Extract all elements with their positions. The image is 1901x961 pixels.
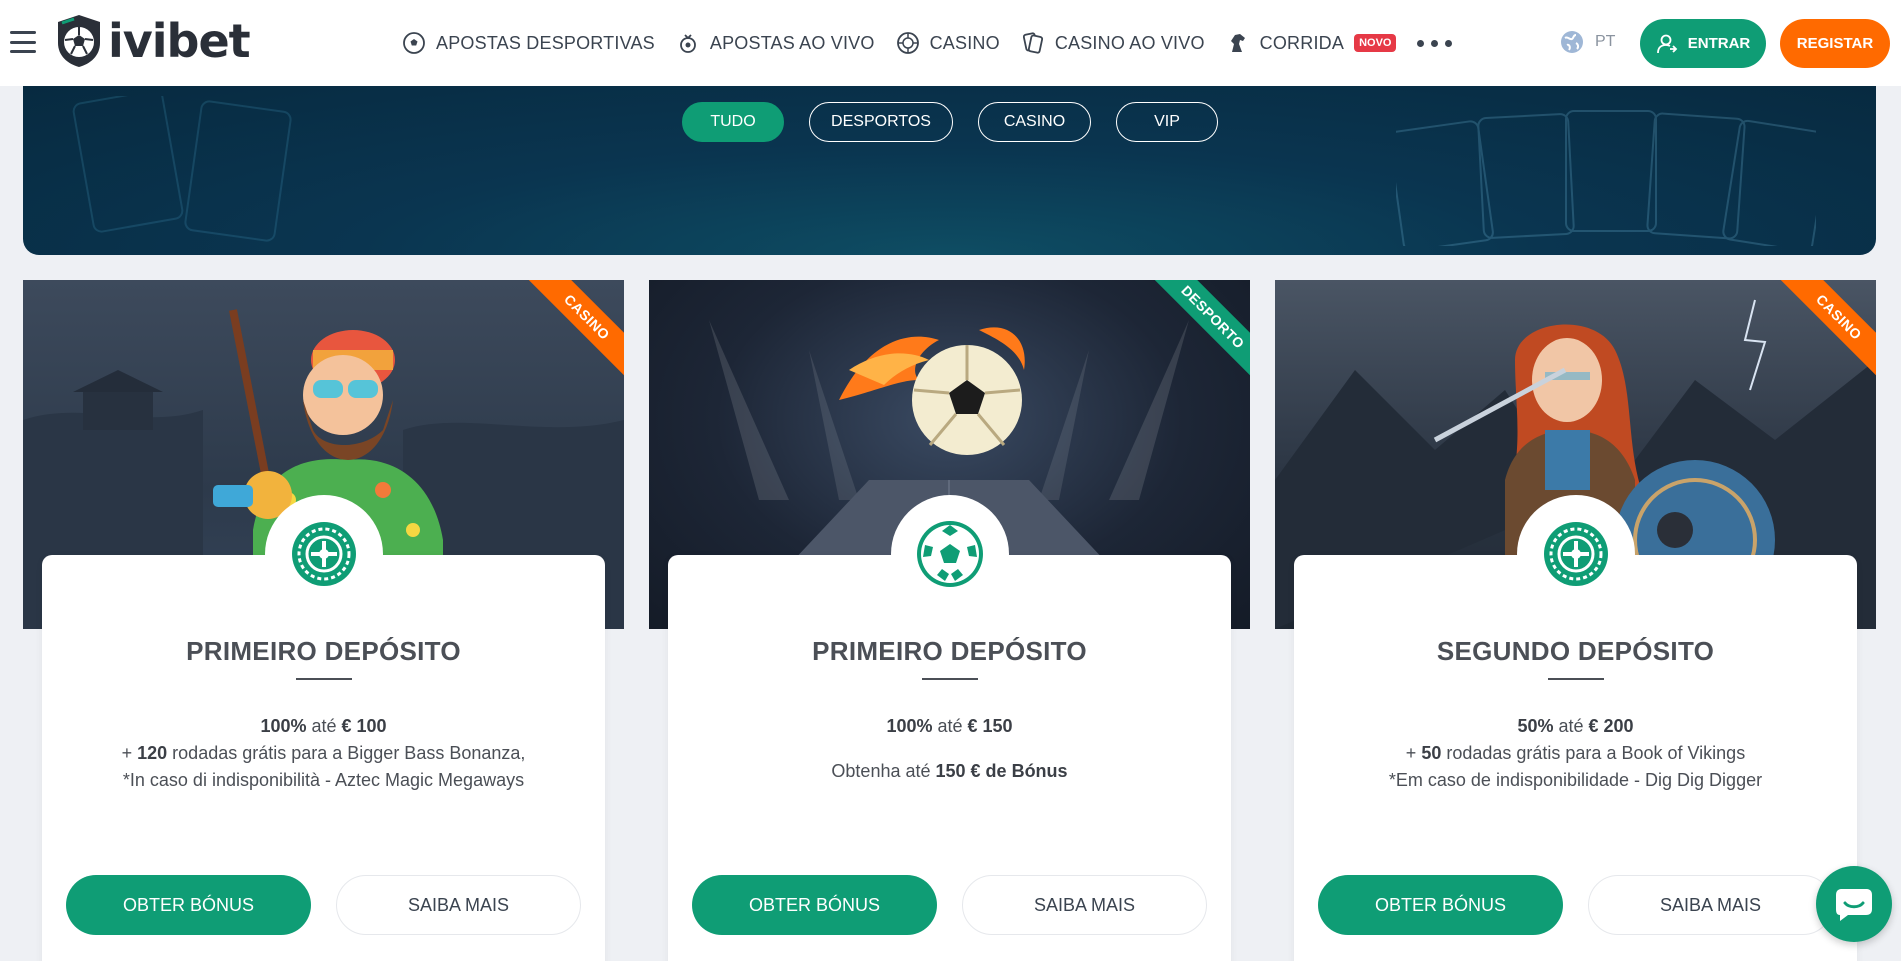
nav-label: APOSTAS AO VIVO [709, 32, 875, 53]
promo-filter-tabs: TUDO DESPORTOS CASINO VIP [682, 102, 1243, 142]
logo-text: ivibet [108, 14, 251, 68]
card-badge [264, 495, 383, 613]
title-divider [921, 678, 978, 680]
filter-tudo[interactable]: TUDO [682, 102, 784, 142]
register-button[interactable]: REGISTAR [1780, 19, 1890, 68]
bonus-offer-amount: 150 € de Bónus [935, 761, 1068, 781]
spins-count: 120 [137, 743, 168, 763]
register-label: REGISTAR [1796, 35, 1874, 52]
login-button[interactable]: ENTRAR [1640, 19, 1766, 68]
filter-casino[interactable]: CASINO [978, 102, 1091, 142]
nav-apostas-ao-vivo[interactable]: APOSTAS AO VIVO [676, 31, 875, 55]
nav-label: CORRIDA [1259, 32, 1345, 53]
more-menu-icon[interactable] [1417, 39, 1459, 47]
main-nav: APOSTAS DESPORTIVAS APOSTAS AO VIVO CASI… [402, 28, 1459, 58]
promo-card: CASINO SEGUNDO DEPÓSITO 50% até € 200 + … [1275, 280, 1876, 961]
promo-card: DESPORTO PRIMEIRO DEPÓSITO 100% até € 15… [649, 280, 1250, 961]
availability-note: *In caso di indisponibilità - Aztec Magi… [122, 770, 525, 790]
bonus-percent: 100% [886, 716, 933, 736]
nav-label: CASINO AO VIVO [1054, 32, 1205, 53]
card-badge [890, 495, 1009, 613]
bonus-text: até [1553, 716, 1589, 736]
top-header: ivibet APOSTAS DESPORTIVAS APOSTAS AO VI… [0, 0, 1901, 86]
live-ball-icon [679, 34, 696, 53]
nav-label: CASINO [929, 32, 1000, 53]
learn-more-button[interactable]: SAIBA MAIS [962, 875, 1207, 935]
menu-icon[interactable] [10, 29, 36, 55]
user-icon [1656, 34, 1678, 53]
chat-bubble-icon [1836, 889, 1872, 921]
spins-prefix: + [121, 743, 138, 763]
filter-desportos[interactable]: DESPORTOS [809, 102, 953, 142]
nav-casino[interactable]: CASINO [896, 31, 1000, 55]
bonus-amount: € 150 [967, 716, 1013, 736]
card-body: PRIMEIRO DEPÓSITO 100% até € 100 + 120 r… [42, 495, 605, 961]
card-description: 100% até € 100 + 120 rodadas grátis para… [42, 713, 605, 794]
nav-corrida[interactable]: CORRIDA NOVO [1226, 31, 1397, 55]
nav-label: APOSTAS DESPORTIVAS [436, 32, 655, 53]
card-title: SEGUNDO DEPÓSITO [1436, 636, 1715, 666]
bonus-percent: 100% [260, 716, 307, 736]
get-bonus-button[interactable]: OBTER BÓNUS [1318, 875, 1563, 935]
roulette-icon [291, 522, 356, 586]
filter-vip[interactable]: VIP [1116, 102, 1218, 142]
bonus-percent: 50% [1517, 716, 1554, 736]
card-description: 100% até € 150 Obtenha até 150 € de Bónu… [668, 713, 1231, 785]
bonus-text: até [932, 716, 968, 736]
bonus-text: até [306, 716, 342, 736]
card-body: PRIMEIRO DEPÓSITO 100% até € 150 Obtenha… [668, 495, 1231, 961]
nav-apostas-desportivas[interactable]: APOSTAS DESPORTIVAS [402, 31, 655, 55]
login-label: ENTRAR [1687, 35, 1751, 52]
live-chat-button[interactable] [1816, 866, 1892, 942]
card-description: 50% até € 200 + 50 rodadas grátis para a… [1294, 713, 1857, 794]
title-divider [1547, 678, 1604, 680]
bonus-amount: € 100 [341, 716, 387, 736]
language-label: PT [1595, 33, 1616, 50]
new-badge: NOVO [1354, 34, 1397, 52]
brand-logo[interactable]: ivibet [54, 12, 251, 70]
card-badge [1516, 495, 1635, 613]
decorative-cards-left [72, 96, 292, 242]
decorative-playing-cards [1396, 110, 1816, 246]
horse-icon [1230, 34, 1245, 52]
card-title: PRIMEIRO DEPÓSITO [186, 636, 461, 666]
spins-text: rodadas grátis para a Book of Vikings [1441, 743, 1746, 763]
get-bonus-button[interactable]: OBTER BÓNUS [692, 875, 937, 935]
get-bonus-button[interactable]: OBTER BÓNUS [66, 875, 311, 935]
learn-more-button[interactable]: SAIBA MAIS [1588, 875, 1833, 935]
roulette-icon [896, 32, 919, 54]
spins-count: 50 [1421, 743, 1442, 763]
shield-logo-icon [58, 15, 100, 67]
spins-prefix: + [1405, 743, 1422, 763]
card-body: SEGUNDO DEPÓSITO 50% até € 200 + 50 roda… [1294, 495, 1857, 961]
language-selector[interactable]: PT [1559, 29, 1615, 55]
card-title: PRIMEIRO DEPÓSITO [812, 636, 1087, 666]
promo-card: CASINO PRIMEIRO DEPÓSITO 100% até € 100 … [23, 280, 624, 961]
spins-text: rodadas grátis para a Bigger Bass Bonanz… [167, 743, 526, 763]
soccer-ball-icon [916, 521, 983, 587]
bonus-offer-text: Obtenha até [831, 761, 936, 781]
bonus-amount: € 200 [1588, 716, 1634, 736]
roulette-icon [1543, 522, 1608, 586]
soccer-ball-icon [403, 32, 425, 54]
cards-icon [1022, 32, 1043, 54]
title-divider [295, 678, 352, 680]
learn-more-button[interactable]: SAIBA MAIS [336, 875, 581, 935]
nav-casino-ao-vivo[interactable]: CASINO AO VIVO [1021, 31, 1205, 55]
availability-note: *Em caso de indisponibilidade - Dig Dig … [1388, 770, 1763, 790]
promo-banner: TUDO DESPORTOS CASINO VIP [23, 86, 1876, 255]
globe-icon [1561, 31, 1583, 53]
